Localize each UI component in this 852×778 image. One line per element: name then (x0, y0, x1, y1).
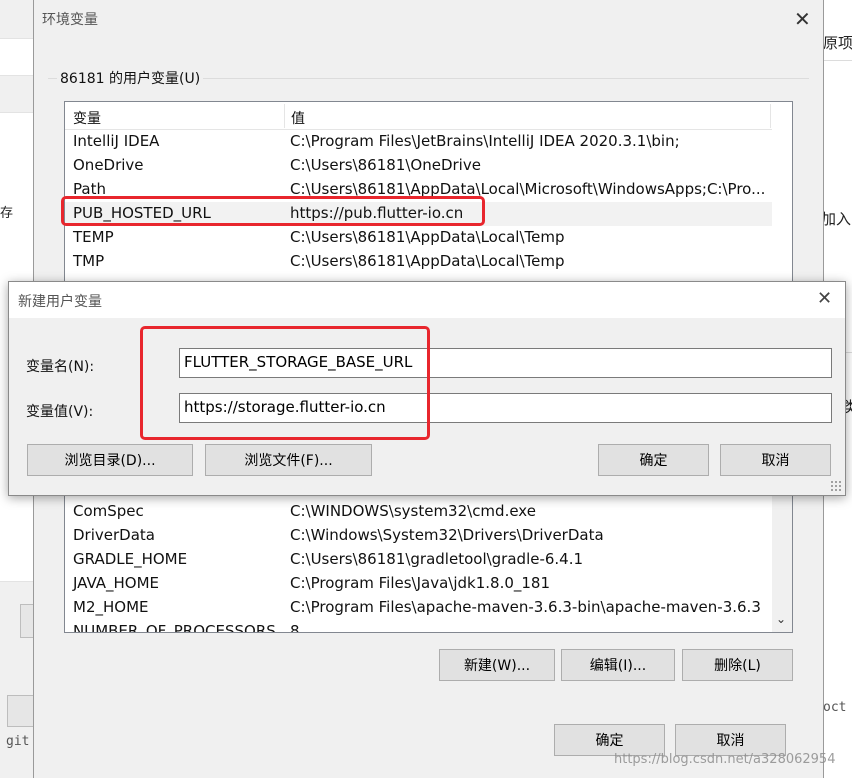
scroll-down-icon[interactable]: ⌄ (776, 612, 786, 626)
background-button (20, 604, 34, 638)
background-text: 存 (0, 206, 14, 221)
variable-value: C:\Users\86181\AppData\Local\Temp (290, 228, 565, 246)
watermark: https://blog.csdn.net/a328062954 (614, 752, 836, 767)
background-button (7, 695, 34, 727)
variable-name: IntelliJ IDEA (73, 132, 160, 150)
variable-name-label: 变量名(N): (26, 359, 95, 375)
highlight-box (61, 196, 485, 226)
column-header-value[interactable]: 值 (291, 108, 305, 128)
highlight-box (140, 326, 430, 440)
list-item[interactable]: DriverData C:\Windows\System32\Drivers\D… (65, 524, 772, 548)
variable-name: DriverData (73, 526, 155, 544)
background-text: git (6, 734, 30, 749)
list-item[interactable]: NUMBER_OF_PROCESSORS 8 (65, 620, 772, 633)
variable-name: ComSpec (73, 502, 144, 520)
list-item[interactable]: OneDrive C:\Users\86181\OneDrive (65, 154, 772, 178)
column-separator (284, 104, 285, 128)
variable-value: C:\Program Files\apache-maven-3.6.3-bin\… (290, 598, 761, 616)
dialog-titlebar: 新建用户变量 ✕ (9, 282, 845, 318)
dialog-ok-button[interactable]: 确定 (598, 444, 709, 476)
resize-grip-icon[interactable] (830, 480, 842, 492)
variable-name: JAVA_HOME (73, 574, 160, 592)
variable-name: TMP (73, 252, 105, 270)
close-icon[interactable]: ✕ (817, 290, 832, 308)
edit-button[interactable]: 编辑(I)... (561, 649, 675, 681)
dialog-title: 新建用户变量 (18, 294, 102, 310)
list-item[interactable]: TMP C:\Users\86181\AppData\Local\Temp (65, 250, 772, 274)
variable-name: TEMP (73, 228, 114, 246)
variable-value: C:\Users\86181\gradletool\gradle-6.4.1 (290, 550, 584, 568)
list-item[interactable]: IntelliJ IDEA C:\Program Files\JetBrains… (65, 130, 772, 154)
column-header-name[interactable]: 变量 (73, 108, 101, 128)
variable-name: M2_HOME (73, 598, 149, 616)
variable-name: OneDrive (73, 156, 144, 174)
close-icon[interactable]: ✕ (794, 9, 811, 29)
variable-value: C:\Users\86181\OneDrive (290, 156, 481, 174)
browse-directory-button[interactable]: 浏览目录(D)... (27, 444, 193, 476)
browse-file-button[interactable]: 浏览文件(F)... (205, 444, 372, 476)
window-title: 环境变量 (42, 12, 98, 28)
variable-value: C:\WINDOWS\system32\cmd.exe (290, 502, 536, 520)
dialog-cancel-button[interactable]: 取消 (720, 444, 831, 476)
vertical-scrollbar[interactable]: ⌄ (772, 482, 792, 632)
variable-value: C:\Windows\System32\Drivers\DriverData (290, 526, 604, 544)
variable-name: NUMBER_OF_PROCESSORS (73, 622, 276, 633)
variable-value: C:\Program Files\Java\jdk1.8.0_181 (290, 574, 551, 592)
background-panel (0, 38, 34, 76)
list-header: 变量 值 (65, 102, 772, 130)
new-button[interactable]: 新建(W)... (439, 649, 555, 681)
user-variables-group-label: 86181 的用户变量(U) (57, 68, 204, 88)
list-item[interactable]: GRADLE_HOME C:\Users\86181\gradletool\gr… (65, 548, 772, 572)
delete-button[interactable]: 删除(L) (682, 649, 793, 681)
list-item[interactable]: JAVA_HOME C:\Program Files\Java\jdk1.8.0… (65, 572, 772, 596)
variable-value-label: 变量值(V): (26, 404, 94, 420)
list-item[interactable]: TEMP C:\Users\86181\AppData\Local\Temp (65, 226, 772, 250)
variable-value: C:\Program Files\JetBrains\IntelliJ IDEA… (290, 132, 680, 150)
variable-value: 8 (290, 622, 300, 633)
background-text: 原项 (823, 34, 852, 52)
list-item[interactable]: ComSpec C:\WINDOWS\system32\cmd.exe (65, 500, 772, 524)
column-separator (770, 104, 771, 128)
background-text: oct (823, 700, 847, 715)
variable-name: GRADLE_HOME (73, 550, 188, 568)
list-item[interactable]: M2_HOME C:\Program Files\apache-maven-3.… (65, 596, 772, 620)
variable-value: C:\Users\86181\AppData\Local\Temp (290, 252, 565, 270)
divider (823, 60, 852, 61)
background-text: 加入到 (821, 210, 852, 228)
